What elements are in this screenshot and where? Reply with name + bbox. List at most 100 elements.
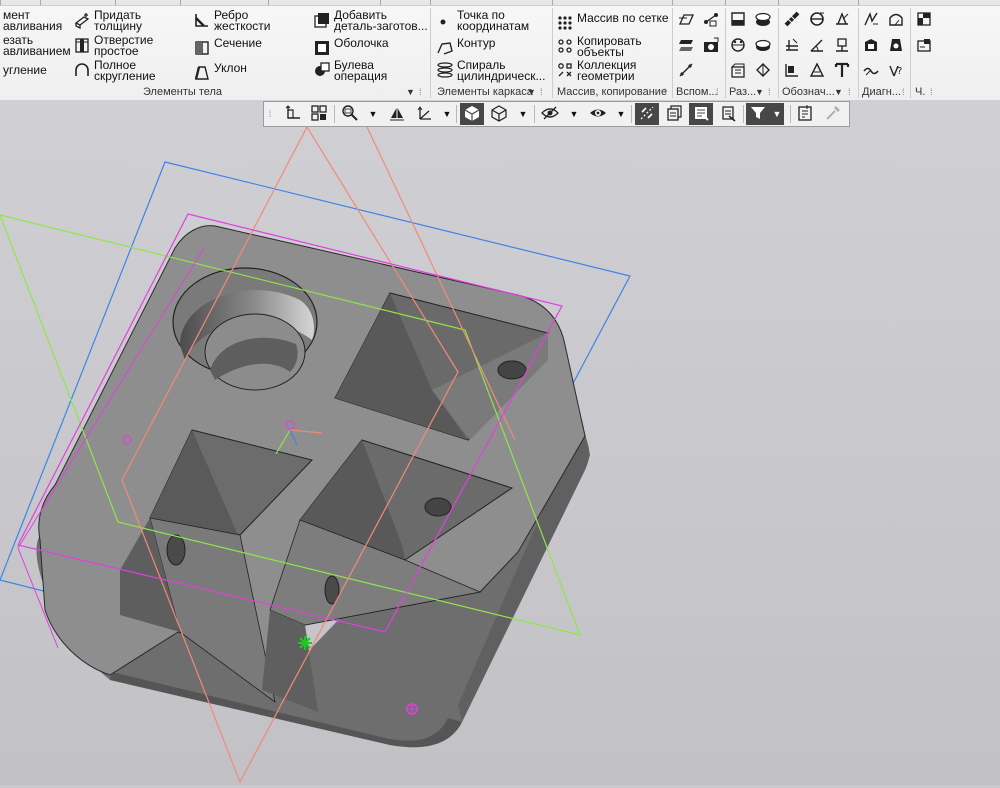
tolerance-button[interactable] bbox=[806, 60, 828, 82]
axis-by-two-points-button[interactable] bbox=[700, 9, 722, 31]
body-elements-expand-arrow[interactable]: ▼ bbox=[406, 86, 415, 99]
boolean-icon bbox=[313, 61, 331, 79]
visibility-icon bbox=[541, 104, 559, 125]
cut-extrude-button[interactable]: езать авливанием bbox=[0, 34, 71, 57]
display-mode-dropdown-arrow[interactable]: ▼ bbox=[518, 103, 528, 125]
eyedropper-button[interactable] bbox=[822, 103, 844, 125]
thread-designation-button[interactable] bbox=[781, 9, 803, 31]
mass-properties-button[interactable] bbox=[885, 35, 907, 57]
thicken-button[interactable]: Придать толщину bbox=[73, 9, 142, 32]
roughness-button[interactable] bbox=[831, 9, 853, 31]
boolean-button[interactable]: Булева операция bbox=[313, 59, 387, 82]
sketch-icon bbox=[284, 104, 302, 125]
simple-hole-button[interactable]: Отверстие простое bbox=[73, 34, 153, 57]
3d-model-canvas[interactable] bbox=[0, 100, 1000, 785]
sketch-button[interactable] bbox=[282, 103, 304, 125]
axis-orientation-button[interactable] bbox=[414, 103, 436, 125]
contour-button[interactable]: Контур bbox=[436, 37, 495, 57]
wireframe-display-button[interactable] bbox=[488, 103, 510, 125]
add-blank-part-button[interactable]: Добавить деталь-заготов... bbox=[313, 9, 428, 32]
copy-objects-icon bbox=[556, 37, 574, 55]
designations-expand-arrow[interactable]: ▼ bbox=[834, 86, 843, 99]
draft-icon bbox=[193, 64, 211, 82]
cylinder-cut-button[interactable] bbox=[752, 9, 774, 31]
full-round-icon bbox=[73, 61, 91, 79]
selection-filter-dropdown-arrow[interactable]: ▼ bbox=[770, 103, 784, 125]
point-by-coordinates-icon bbox=[436, 11, 454, 29]
volume-check-button[interactable] bbox=[860, 35, 882, 57]
fillet-button[interactable]: угление bbox=[0, 64, 47, 76]
linear-dimension-button[interactable] bbox=[781, 35, 803, 57]
array-instance-button[interactable] bbox=[727, 60, 749, 82]
line-by-points-button[interactable] bbox=[675, 60, 697, 82]
snap-points-button[interactable] bbox=[635, 103, 659, 125]
rib-button[interactable]: Ребро жесткости bbox=[193, 9, 270, 32]
group-label-documents: Ч. bbox=[915, 86, 926, 98]
collision-check-button[interactable] bbox=[860, 60, 882, 82]
zoom-button[interactable] bbox=[339, 103, 361, 125]
hide-button[interactable] bbox=[717, 103, 739, 125]
add-blank-part-icon bbox=[313, 11, 331, 29]
deviation-analysis-button[interactable] bbox=[860, 9, 882, 31]
auxiliary-plane-button[interactable] bbox=[675, 9, 697, 31]
local-coordinate-system-button[interactable] bbox=[700, 35, 722, 57]
base-designation-button[interactable] bbox=[806, 9, 828, 31]
small-hole-upper-right[interactable] bbox=[497, 360, 527, 380]
orient-view-button[interactable] bbox=[386, 103, 408, 125]
3d-viewport[interactable] bbox=[0, 100, 1000, 785]
properties-panel-icon bbox=[796, 104, 814, 125]
selection-filter-button[interactable] bbox=[746, 103, 770, 125]
radial-dimension-button[interactable] bbox=[781, 60, 803, 82]
angle-icon bbox=[808, 36, 826, 57]
explode-button[interactable] bbox=[752, 60, 774, 82]
tolerance-icon bbox=[808, 61, 826, 82]
sheet-expand-arrow[interactable]: ▼ bbox=[755, 86, 764, 99]
curvature-check-button[interactable] bbox=[885, 9, 907, 31]
show-all-button[interactable] bbox=[689, 103, 713, 125]
diagnostics-query-button[interactable]: ? bbox=[885, 60, 907, 82]
zoom-dropdown-arrow[interactable]: ▼ bbox=[368, 103, 378, 125]
small-hole-lower-left[interactable] bbox=[166, 534, 186, 566]
hole-icon bbox=[73, 36, 91, 54]
section-button[interactable]: Сечение bbox=[193, 37, 262, 57]
grid-array-button[interactable]: Массив по сетке bbox=[556, 12, 669, 32]
shell-button[interactable]: Оболочка bbox=[313, 37, 389, 57]
filter-objects-button[interactable] bbox=[308, 103, 330, 125]
face-split-button[interactable] bbox=[727, 35, 749, 57]
thread-icon bbox=[783, 10, 801, 31]
curvature-icon bbox=[887, 10, 905, 31]
disk-button[interactable] bbox=[752, 35, 774, 57]
extrude-button[interactable]: мент авливания bbox=[0, 9, 62, 32]
shell-icon bbox=[313, 39, 331, 57]
hide-icon bbox=[719, 104, 737, 125]
visibility-dropdown-arrow[interactable]: ▼ bbox=[569, 103, 579, 125]
toolbar-grip[interactable]: ⁞ bbox=[267, 103, 273, 125]
section-view-icon bbox=[589, 104, 607, 125]
rib-icon bbox=[193, 11, 211, 29]
cylindrical-spiral-button[interactable]: Спираль цилиндрическ... bbox=[436, 59, 545, 82]
snap-points-icon bbox=[638, 104, 656, 125]
point-by-coordinates-button[interactable]: Точка по координатам bbox=[436, 9, 529, 32]
axis-orientation-dropdown-arrow[interactable]: ▼ bbox=[442, 103, 452, 125]
shaded-display-button[interactable] bbox=[460, 103, 484, 125]
full-round-button[interactable]: Полное скругление bbox=[73, 59, 156, 82]
section-view-dropdown-arrow[interactable]: ▼ bbox=[616, 103, 626, 125]
text-button[interactable] bbox=[831, 60, 853, 82]
offset-plane-button[interactable] bbox=[675, 35, 697, 57]
draft-button[interactable]: Уклон bbox=[193, 62, 247, 82]
create-specification-button[interactable] bbox=[913, 35, 935, 57]
sheet-metal-button[interactable] bbox=[727, 9, 749, 31]
properties-panel-button[interactable] bbox=[794, 103, 816, 125]
copy-objects-button[interactable]: Копировать объекты bbox=[556, 35, 642, 58]
visibility-button[interactable] bbox=[539, 103, 561, 125]
geometry-collection-button[interactable]: Коллекция геометрии bbox=[556, 59, 636, 82]
angular-dimension-button[interactable] bbox=[806, 35, 828, 57]
small-hole-lower-right[interactable] bbox=[424, 497, 452, 517]
section-view-button[interactable] bbox=[587, 103, 609, 125]
leader-button[interactable] bbox=[831, 35, 853, 57]
ribbon-tab-strip bbox=[0, 0, 1000, 6]
disk-icon bbox=[754, 36, 772, 57]
create-drawing-button[interactable] bbox=[913, 9, 935, 31]
wireframe-expand-arrow[interactable]: ▼ bbox=[527, 86, 536, 99]
layers-button[interactable] bbox=[663, 103, 685, 125]
